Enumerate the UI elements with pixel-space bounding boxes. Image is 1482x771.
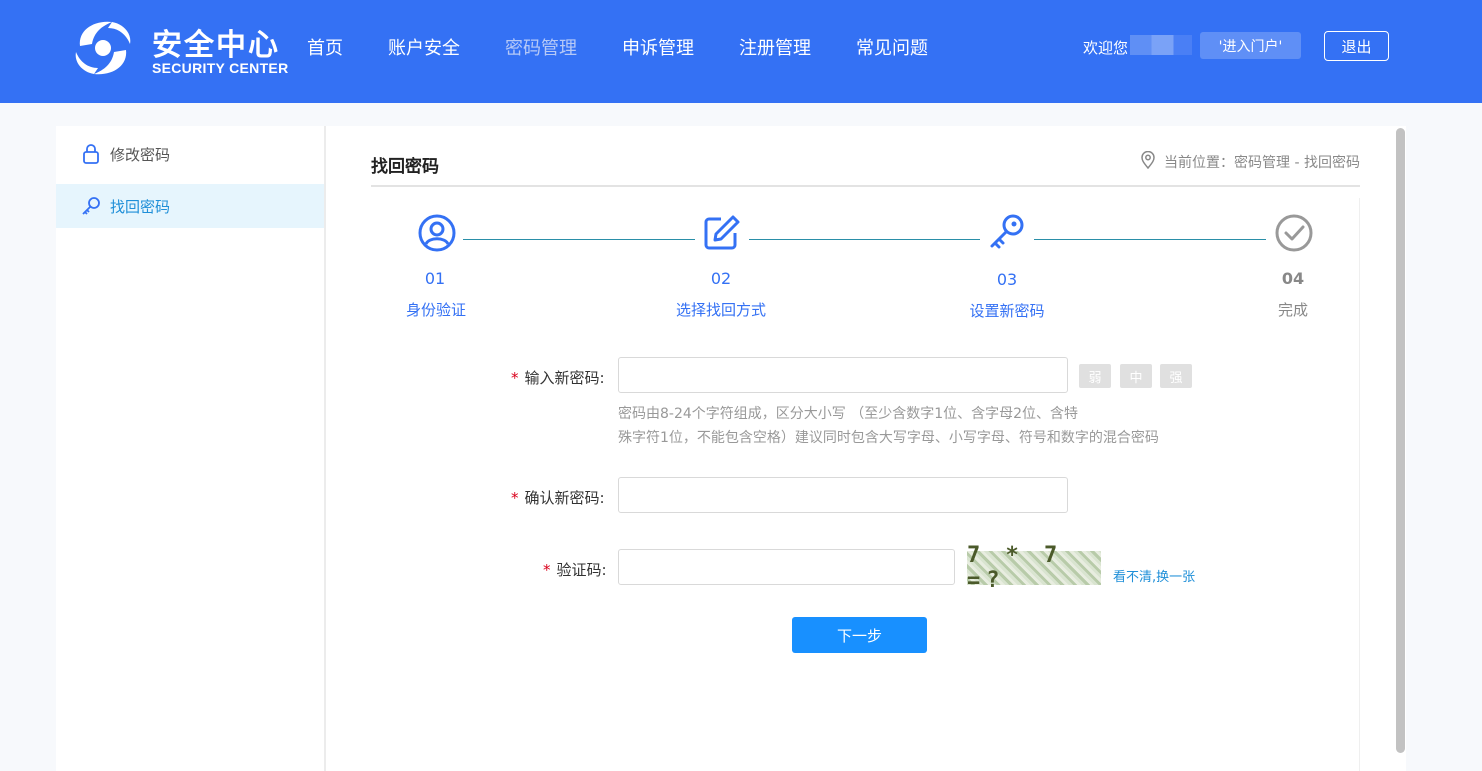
lock-icon [80, 143, 102, 165]
step-2-label: 选择找回方式 [675, 301, 767, 319]
location-pin-icon [1140, 150, 1156, 173]
sidebar-item-change-password[interactable]: 修改密码 [56, 132, 324, 176]
edit-icon [704, 215, 740, 250]
required-mark: * [511, 369, 519, 387]
check-circle-icon [1275, 214, 1313, 252]
strength-medium: 中 [1120, 364, 1152, 388]
sidebar-item-label: 找回密码 [110, 197, 171, 216]
logo[interactable]: 安全中心 SECURITY CENTER [72, 18, 289, 78]
username-mask [1130, 35, 1192, 55]
step-connector [463, 239, 695, 240]
confirm-password-label: * 确认新密码: [511, 489, 605, 507]
sidebar-item-label: 修改密码 [110, 145, 171, 164]
step-1-label: 身份验证 [405, 301, 467, 319]
page-title: 找回密码 [371, 157, 439, 177]
logo-subtitle: SECURITY CENTER [152, 60, 289, 76]
captcha-image[interactable]: 7 * 7 =? [967, 543, 1101, 593]
content-border [1359, 198, 1360, 771]
step-2-number: 02 [710, 269, 732, 288]
required-mark: * [511, 489, 519, 507]
nav-account-security[interactable]: 账户安全 [388, 34, 460, 60]
nav-registration-management[interactable]: 注册管理 [739, 34, 811, 60]
logo-title: 安全中心 [152, 28, 280, 63]
nav-password-management[interactable]: 密码管理 [505, 34, 577, 60]
step-4-label: 完成 [1277, 301, 1309, 319]
breadcrumb: 当前位置：密码管理 - 找回密码 [1140, 150, 1360, 173]
new-password-label: * 输入新密码: [511, 369, 605, 387]
password-hint: 密码由8-24个字符组成，区分大小写 （至少含数字1位、含字母2位、含特 殊字符… [618, 406, 1159, 446]
welcome-text: 欢迎您 [1083, 39, 1129, 57]
enter-portal-button[interactable]: '进入门户' [1200, 32, 1301, 59]
nav-home[interactable]: 首页 [307, 34, 343, 60]
breadcrumb-text: 当前位置：密码管理 - 找回密码 [1164, 155, 1360, 171]
strength-weak: 弱 [1079, 364, 1111, 388]
captcha-label: * 验证码: [543, 561, 607, 579]
vertical-scrollbar[interactable] [1396, 128, 1405, 753]
captcha-input[interactable] [618, 549, 955, 585]
top-header: 安全中心 SECURITY CENTER 首页 账户安全 密码管理 申诉管理 注… [0, 0, 1482, 103]
next-step-button[interactable]: 下一步 [792, 617, 927, 653]
step-3-label: 设置新密码 [969, 302, 1045, 320]
step-connector [749, 239, 980, 240]
nav-appeal-management[interactable]: 申诉管理 [622, 34, 694, 60]
required-mark: * [543, 561, 551, 579]
sidebar-item-recover-password[interactable]: 找回密码 [56, 184, 324, 228]
new-password-input[interactable] [618, 357, 1068, 393]
strength-strong: 强 [1160, 364, 1192, 388]
user-circle-icon [418, 214, 456, 252]
confirm-password-input[interactable] [618, 477, 1068, 513]
step-4-number: 04 [1281, 269, 1305, 288]
logo-swirl-icon [75, 21, 131, 75]
logout-button[interactable]: 退出 [1324, 31, 1389, 61]
sidebar: 修改密码 找回密码 [56, 126, 324, 771]
title-divider [371, 185, 1360, 187]
key-icon [80, 195, 102, 217]
key-icon [990, 214, 1024, 249]
step-3-number: 03 [996, 270, 1018, 289]
step-connector [1034, 239, 1266, 240]
step-1-number: 01 [424, 269, 446, 288]
nav-faq[interactable]: 常见问题 [856, 34, 928, 60]
refresh-captcha-link[interactable]: 看不清,换一张 [1113, 566, 1195, 585]
